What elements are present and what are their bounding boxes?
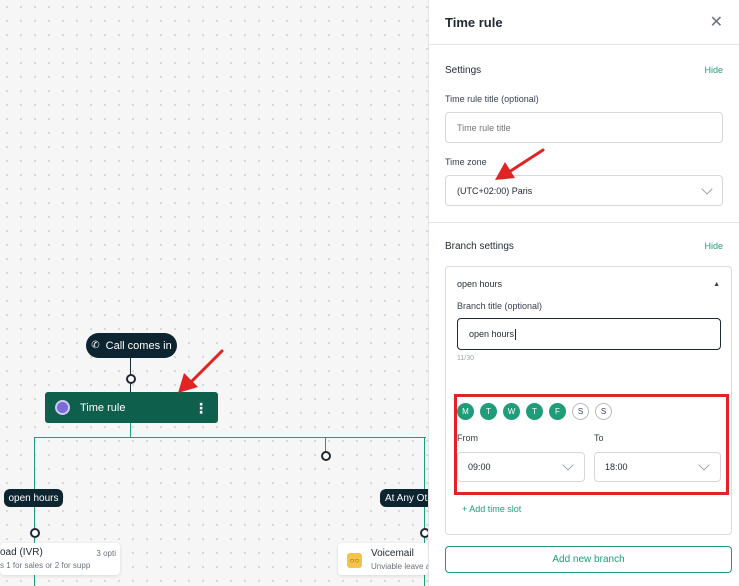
branch-label-text: At Any Oth bbox=[385, 492, 428, 504]
branch-card-header[interactable]: open hours ▲ bbox=[457, 279, 720, 289]
chevron-up-icon: ▲ bbox=[713, 280, 720, 288]
ivr-card-options: 3 opti bbox=[96, 549, 116, 558]
time-rule-title-label: Time rule title (optional) bbox=[445, 94, 539, 104]
time-rule-title-input[interactable] bbox=[445, 112, 723, 143]
add-new-branch-button[interactable]: Add new branch bbox=[445, 546, 732, 573]
time-rule-panel: Time rule ✕ Settings Hide Time rule titl… bbox=[428, 0, 739, 586]
branch-label-open-hours[interactable]: open hours bbox=[4, 489, 63, 507]
ivr-card-title: oad (IVR) bbox=[0, 547, 43, 558]
add-time-slot-link[interactable]: + Add time slot bbox=[462, 504, 521, 514]
close-icon[interactable]: ✕ bbox=[710, 12, 723, 32]
branch-title-counter: 11/30 bbox=[457, 355, 474, 362]
settings-hide-link[interactable]: Hide bbox=[704, 65, 723, 75]
clock-icon bbox=[55, 400, 70, 415]
branch-name: open hours bbox=[457, 279, 503, 289]
kebab-menu-icon[interactable]: ⋮ bbox=[194, 401, 208, 415]
time-zone-value: (UTC+02:00) Paris bbox=[457, 185, 533, 196]
phone-icon: ✆ bbox=[91, 340, 100, 351]
connector-dot-trigger[interactable] bbox=[126, 374, 136, 384]
branch-settings-header: Branch settings Hide bbox=[429, 223, 739, 269]
chevron-down-icon bbox=[701, 182, 713, 195]
branch-card: open hours ▲ Branch title (optional) ope… bbox=[445, 266, 732, 535]
connector-dot-right[interactable] bbox=[420, 528, 428, 538]
branch-title-label: Branch title (optional) bbox=[457, 301, 543, 311]
time-zone-label: Time zone bbox=[445, 157, 487, 167]
ivr-card[interactable]: oad (IVR) 3 opti s 1 for sales or 2 for … bbox=[0, 543, 120, 575]
branch-title-input[interactable]: open hours bbox=[457, 318, 721, 350]
panel-title: Time rule bbox=[445, 14, 503, 30]
text-cursor bbox=[515, 328, 517, 340]
voicemail-card[interactable]: ○○ Voicemail Unviable leave a bbox=[338, 543, 428, 575]
annotation-highlight-box bbox=[454, 394, 729, 495]
settings-section-header: Settings Hide bbox=[429, 45, 739, 95]
connector-node-down bbox=[130, 423, 131, 437]
time-rule-node[interactable]: Time rule ⋮ bbox=[45, 392, 218, 423]
branch-label-text: open hours bbox=[8, 492, 59, 504]
time-rule-node-label: Time rule bbox=[80, 401, 126, 414]
trigger-label: Call comes in bbox=[105, 339, 172, 352]
trigger-pill[interactable]: ✆ Call comes in bbox=[86, 333, 177, 358]
ivr-card-subtitle: s 1 for sales or 2 for supp bbox=[0, 561, 91, 570]
branch-settings-heading: Branch settings bbox=[445, 240, 514, 252]
panel-header: Time rule ✕ bbox=[429, 0, 739, 45]
time-zone-select[interactable]: (UTC+02:00) Paris bbox=[445, 175, 723, 206]
branch-title-value: open hours bbox=[469, 329, 515, 339]
voicemail-card-title: Voicemail bbox=[371, 548, 414, 559]
annotation-arrow-node bbox=[178, 349, 224, 393]
voicemail-icon: ○○ bbox=[347, 553, 362, 568]
connector-dot-mid[interactable] bbox=[321, 451, 331, 461]
connector-dot-left[interactable] bbox=[30, 528, 40, 538]
branch-settings-hide-link[interactable]: Hide bbox=[704, 241, 723, 251]
flow-canvas[interactable]: ✆ Call comes in Time rule ⋮ open hours A… bbox=[0, 0, 428, 586]
branch-label-other[interactable]: At Any Oth bbox=[380, 489, 428, 507]
voicemail-card-subtitle: Unviable leave a bbox=[371, 562, 428, 571]
connector-horizontal bbox=[34, 437, 426, 438]
settings-heading: Settings bbox=[445, 64, 482, 76]
